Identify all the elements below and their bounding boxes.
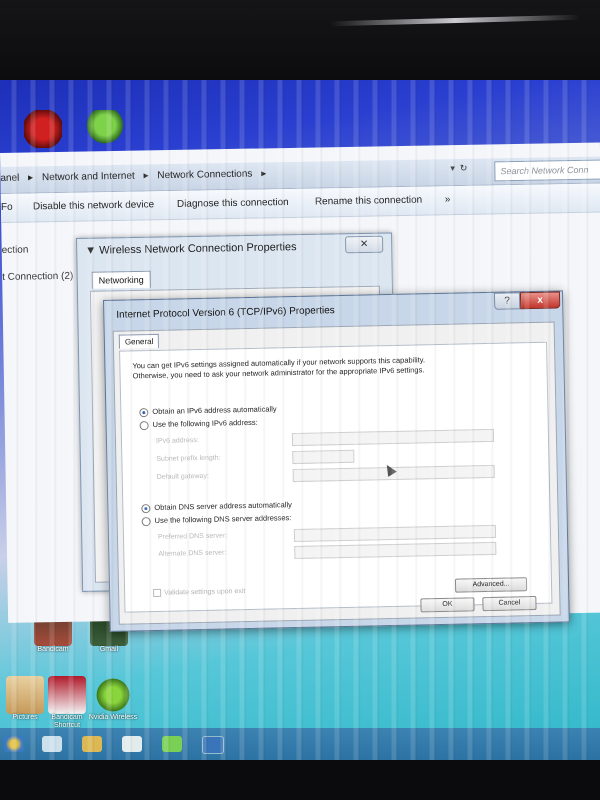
tab-networking[interactable]: Networking [91, 270, 151, 289]
subnet-prefix-label: Subnet prefix length: [156, 454, 221, 463]
dialog-title: ▼ Wireless Network Connection Properties [85, 241, 297, 257]
nvidia-icon[interactable] [162, 736, 182, 752]
ipv6-address-label: IPv6 address: [155, 437, 199, 445]
ipv6-address-field[interactable] [291, 428, 495, 447]
radio-selected-icon[interactable] [139, 407, 149, 417]
taskbar-app-icon[interactable] [122, 736, 142, 752]
close-button[interactable]: ✕ [345, 235, 384, 254]
preferred-dns-field[interactable] [293, 524, 497, 543]
search-input[interactable]: Search Network Conn [494, 159, 600, 182]
taskbar [0, 728, 600, 762]
desktop-icon-android-app[interactable] [78, 110, 132, 148]
dialog-title-text: Wireless Network Connection Properties [99, 241, 297, 257]
advanced-button[interactable]: Advanced... [454, 577, 528, 593]
radio-label: Obtain an IPv6 address automatically [152, 404, 277, 416]
rename-button[interactable]: Rename this connection [315, 195, 422, 208]
chevron-right-icon: ▸ [28, 172, 34, 184]
cancel-button[interactable]: Cancel [482, 595, 537, 612]
breadcrumb-item[interactable]: anel [0, 173, 19, 184]
breadcrumb: anel ▸ Network and Internet ▸ Network Co… [0, 168, 272, 184]
alternate-dns-label: Alternate DNS server: [158, 549, 227, 558]
radio-label: Use the following DNS server addresses: [154, 513, 292, 525]
screen-glare [329, 14, 581, 27]
dialog-title: Internet Protocol Version 6 (TCP/IPv6) P… [116, 305, 335, 321]
app-icon [6, 676, 44, 714]
android-icon [86, 110, 124, 148]
radio-obtain-ipv6-auto[interactable]: Obtain an IPv6 address automatically [139, 404, 277, 417]
organize-button[interactable]: Fo [1, 202, 13, 213]
checkbox-icon[interactable] [153, 588, 162, 598]
radio-label: Obtain DNS server address automatically [154, 500, 292, 512]
subnet-prefix-field[interactable] [292, 449, 355, 465]
refresh-icon[interactable]: ↻ [460, 163, 468, 173]
ipv6-properties-dialog: Internet Protocol Version 6 (TCP/IPv6) P… [103, 290, 570, 632]
help-button[interactable]: ? [493, 292, 521, 310]
taskbar-app-icon[interactable] [42, 736, 62, 752]
chevron-right-icon: ▸ [143, 170, 149, 182]
breadcrumb-item[interactable]: Network Connections [157, 169, 252, 182]
monitor-bezel-bottom [0, 760, 600, 800]
preferred-dns-label: Preferred DNS server: [157, 532, 228, 541]
radio-label: Use the following IPv6 address: [152, 417, 258, 429]
desktop-icon-label: Nvidia Wireless [88, 714, 138, 721]
radio-unselected-icon[interactable] [139, 420, 149, 430]
network-icon[interactable] [202, 736, 224, 754]
close-icon: ✕ [359, 238, 369, 251]
radio-selected-icon[interactable] [141, 503, 151, 513]
radio-use-following-ipv6[interactable]: Use the following IPv6 address: [139, 417, 258, 430]
desktop-icon-5[interactable]: Nvidia Wireless [86, 676, 140, 722]
more-commands-button[interactable]: » [445, 194, 451, 205]
general-tab-content: You can get IPv6 settings assigned autom… [119, 341, 553, 613]
disable-device-button[interactable]: Disable this network device [33, 199, 154, 212]
dropdown-arrow-icon[interactable]: ▾ [450, 163, 455, 173]
chevron-right-icon: ▸ [261, 168, 267, 180]
address-nav-buttons[interactable]: ▾ ↻ [450, 163, 467, 174]
validate-settings-checkbox[interactable]: Validate settings upon exit [153, 587, 246, 598]
desktop-icon-label: Gmail [99, 646, 119, 653]
chrome-icon[interactable] [4, 736, 24, 752]
info-text: You can get IPv6 settings assigned autom… [132, 353, 532, 381]
desktop-icon-red-app[interactable] [16, 110, 70, 148]
connection-list: ection t Connection (2) 1 [2, 244, 82, 283]
tab-general[interactable]: General [118, 333, 160, 349]
app-icon [48, 676, 86, 714]
folder-icon[interactable] [82, 736, 102, 752]
list-item[interactable]: t Connection (2) 1 [2, 271, 82, 283]
default-gateway-label: Default gateway: [156, 472, 209, 481]
network-adapter-icon: ▼ [85, 244, 97, 257]
checkbox-label: Validate settings upon exit [164, 587, 246, 597]
list-item[interactable]: ection [2, 244, 82, 256]
alternate-dns-field[interactable] [294, 541, 497, 560]
close-button[interactable]: x [519, 291, 561, 310]
monitor-bezel-top [0, 0, 600, 80]
diagnose-button[interactable]: Diagnose this connection [177, 197, 289, 210]
breadcrumb-item[interactable]: Network and Internet [42, 171, 135, 184]
radio-use-following-dns[interactable]: Use the following DNS server addresses: [141, 513, 292, 526]
nvidia-icon [94, 676, 132, 714]
radio-obtain-dns-auto[interactable]: Obtain DNS server address automatically [141, 500, 292, 513]
red-circle-icon [24, 110, 62, 148]
radio-unselected-icon[interactable] [141, 516, 151, 526]
desktop-icon-label: Bandicam [37, 646, 69, 653]
ok-button[interactable]: OK [420, 597, 475, 613]
